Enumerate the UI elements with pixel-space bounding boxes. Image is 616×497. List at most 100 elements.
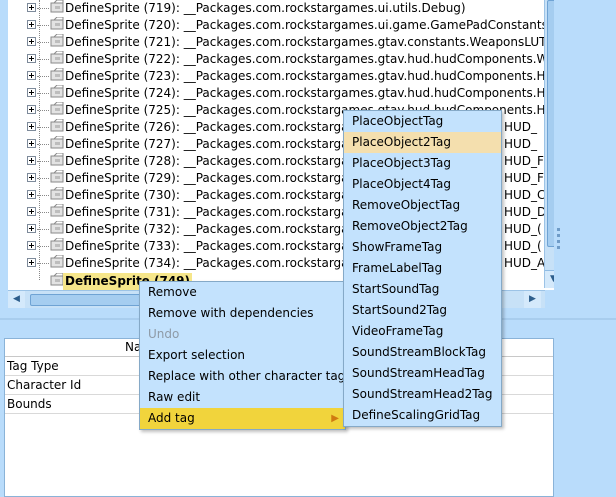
submenu-item-label: RemoveObject2Tag — [352, 219, 468, 233]
tree-node[interactable]: DefineSprite (723): __Packages.com.rocks… — [8, 67, 554, 85]
expand-icon[interactable] — [27, 241, 36, 250]
tree-node[interactable]: DefineSprite (721): __Packages.com.rocks… — [8, 33, 551, 51]
submenu-item-placeobject3tag[interactable]: PlaceObject3Tag — [344, 153, 501, 174]
menu-item-raw-edit[interactable]: Raw edit — [140, 387, 345, 408]
tree-node-label-overflow: HUD_A — [504, 256, 546, 270]
expand-icon[interactable] — [27, 190, 36, 199]
tree-node-label-overflow: HUD_F — [504, 154, 544, 168]
tree-connector — [37, 161, 49, 162]
expand-icon[interactable] — [27, 88, 36, 97]
submenu-item-placeobject4tag[interactable]: PlaceObject4Tag — [344, 174, 501, 195]
tree-connector — [37, 195, 49, 196]
tree-connector — [37, 25, 49, 26]
tree-connector — [37, 178, 49, 179]
menu-item-export-selection[interactable]: Export selection — [140, 345, 345, 366]
expand-icon[interactable] — [27, 122, 36, 131]
submenu-item-removeobjecttag[interactable]: RemoveObjectTag — [344, 195, 501, 216]
menu-item-remove[interactable]: Remove — [140, 282, 345, 303]
tree-node-label-overflow: HUD_D — [504, 205, 547, 219]
submenu-item-definescalinggridtag[interactable]: DefineScalingGridTag — [344, 405, 501, 426]
tree-node-label: DefineSprite (732): __Packages.com.rocks… — [65, 222, 368, 236]
submenu-item-label: DefineScalingGridTag — [352, 408, 481, 422]
menu-item-remove-with-dependencies[interactable]: Remove with dependencies — [140, 303, 345, 324]
tree-node-label: DefineSprite (729): __Packages.com.rocks… — [65, 171, 368, 185]
menu-item-label: Undo — [148, 327, 180, 341]
scroll-left-icon[interactable]: ◀ — [8, 291, 25, 308]
tree-connector — [37, 127, 49, 128]
tree-connector — [37, 229, 49, 230]
expand-icon[interactable] — [27, 258, 36, 267]
tree-node[interactable]: DefineSprite (719): __Packages.com.rocks… — [8, 0, 538, 17]
submenu-item-soundstreamblocktag[interactable]: SoundStreamBlockTag — [344, 342, 501, 363]
tree-node-label: DefineSprite (724): __Packages.com.rocks… — [65, 86, 554, 100]
tree-node-label: DefineSprite (731): __Packages.com.rocks… — [65, 205, 368, 219]
property-label: Tag Type — [7, 359, 59, 373]
submenu-item-showframetag[interactable]: ShowFrameTag — [344, 237, 501, 258]
tree-node-label-overflow: HUD_( — [504, 239, 542, 253]
expand-icon[interactable] — [27, 156, 36, 165]
tree-node-label: DefineSprite (723): __Packages.com.rocks… — [65, 69, 554, 83]
property-label: Character Id — [7, 378, 82, 392]
tree-node-label: DefineSprite (719): __Packages.com.rocks… — [65, 1, 466, 15]
splitter-grip-icon[interactable] — [557, 228, 561, 258]
submenu-item-label: SoundStreamHead2Tag — [352, 387, 493, 401]
menu-item-replace-character-tag[interactable]: Replace with other character tag — [140, 366, 345, 387]
menu-item-add-tag[interactable]: Add tag ▶ — [140, 408, 345, 429]
tree-connector — [37, 76, 49, 77]
tree-connector — [37, 246, 49, 247]
tree-node-label: DefineSprite (734): __Packages.com.rocks… — [65, 256, 368, 270]
submenu-item-label: StartSound2Tag — [352, 303, 448, 317]
expand-icon[interactable] — [27, 173, 36, 182]
scroll-right-icon[interactable]: ▶ — [524, 291, 541, 308]
submenu-item-soundstreamheadtag[interactable]: SoundStreamHeadTag — [344, 363, 501, 384]
submenu-item-placeobjecttag[interactable]: PlaceObjectTag — [344, 111, 501, 132]
submenu-item-removeobject2tag[interactable]: RemoveObject2Tag — [344, 216, 501, 237]
submenu-item-startsoundtag[interactable]: StartSoundTag — [344, 279, 501, 300]
submenu-item-soundstreamhead2tag[interactable]: SoundStreamHead2Tag — [344, 384, 501, 405]
expand-icon[interactable] — [27, 139, 36, 148]
submenu-item-label: SoundStreamBlockTag — [352, 345, 486, 359]
expand-icon[interactable] — [27, 105, 36, 114]
tree-connector — [37, 263, 49, 264]
tree-node[interactable]: DefineSprite (722): __Packages.com.rocks… — [8, 50, 554, 68]
expand-icon[interactable] — [27, 71, 36, 80]
tree-vertical-scrollbar[interactable]: ▼ — [544, 0, 554, 288]
vertical-scroll-thumb[interactable] — [547, 0, 554, 247]
expand-icon[interactable] — [27, 37, 36, 46]
expand-icon[interactable] — [27, 3, 36, 12]
tree-node-label: DefineSprite (728): __Packages.com.rocks… — [65, 154, 368, 168]
tree-node[interactable]: DefineSprite (720): __Packages.com.rocks… — [8, 16, 553, 34]
submenu-item-label: SoundStreamHeadTag — [352, 366, 485, 380]
tree-node-label-overflow: HUD_C — [504, 188, 546, 202]
menu-item-label: Remove with dependencies — [148, 306, 314, 320]
tree-connector — [37, 144, 49, 145]
menu-item-undo: Undo — [140, 324, 345, 345]
submenu-item-framelabeltag[interactable]: FrameLabelTag — [344, 258, 501, 279]
add-tag-submenu: PlaceObjectTag PlaceObject2Tag PlaceObject… — [343, 110, 502, 427]
menu-item-label: Remove — [148, 285, 197, 299]
tree-connector — [37, 93, 49, 94]
tree-node-label: DefineSprite (730): __Packages.com.rocks… — [65, 188, 368, 202]
tree-node[interactable]: DefineSprite (724): __Packages.com.rocks… — [8, 84, 554, 102]
expand-icon[interactable] — [27, 224, 36, 233]
tree-connector — [37, 110, 49, 111]
submenu-item-label: PlaceObject3Tag — [352, 156, 451, 170]
context-menu: Remove Remove with dependencies Undo Exp… — [139, 281, 346, 430]
submenu-item-startsound2tag[interactable]: StartSound2Tag — [344, 300, 501, 321]
submenu-item-label: FrameLabelTag — [352, 261, 443, 275]
expand-icon[interactable] — [27, 207, 36, 216]
tree-connector — [37, 212, 49, 213]
tree-node-label: DefineSprite (726): __Packages.com.rocks… — [65, 120, 368, 134]
tree-connector — [37, 42, 49, 43]
expand-icon[interactable] — [27, 54, 36, 63]
menu-item-label: Replace with other character tag — [148, 369, 346, 383]
submenu-item-placeobject2tag[interactable]: PlaceObject2Tag — [344, 132, 501, 153]
tree-node-label-overflow: HUD_ — [504, 137, 538, 151]
submenu-item-videoframetag[interactable]: VideoFrameTag — [344, 321, 501, 342]
submenu-item-label: PlaceObjectTag — [352, 114, 444, 128]
submenu-item-label: PlaceObject2Tag — [352, 135, 451, 149]
submenu-item-label: RemoveObjectTag — [352, 198, 461, 212]
menu-item-label: Export selection — [148, 348, 246, 362]
expand-icon[interactable] — [27, 20, 36, 29]
scroll-down-icon[interactable]: ▼ — [545, 270, 554, 288]
